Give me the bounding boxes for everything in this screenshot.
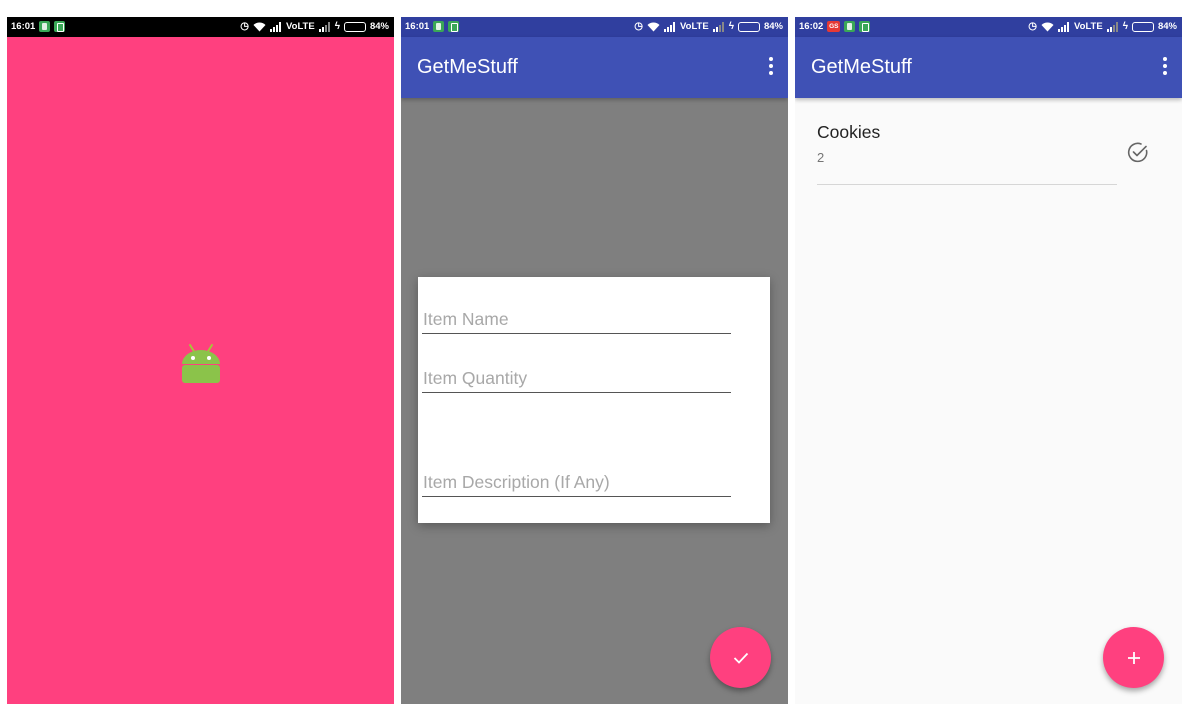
sim-notification-icon <box>39 21 51 32</box>
signal-icon <box>1058 21 1070 32</box>
app-title: GetMeStuff <box>417 56 518 78</box>
status-bar: 16:02 GS ◷ VoLTE ϟ 84% <box>795 17 1182 37</box>
signal-icon <box>270 21 282 32</box>
signal-icon-2 <box>712 21 724 32</box>
screenshot-notification-icon <box>448 21 460 32</box>
battery-percent: 84% <box>369 21 389 32</box>
battery-percent: 84% <box>1157 21 1177 32</box>
charging-icon: ϟ <box>1122 21 1128 32</box>
network-type: VoLTE <box>1074 21 1103 32</box>
item-name-placeholder: Item Name <box>423 309 509 329</box>
wifi-icon <box>647 22 660 31</box>
alarm-icon: ◷ <box>634 21 644 32</box>
screenshot-notification-icon <box>54 21 66 32</box>
item-quantity-placeholder: Item Quantity <box>423 368 528 388</box>
status-time: 16:01 <box>11 21 36 32</box>
item-name-input[interactable]: Item Name <box>422 306 731 334</box>
network-type: VoLTE <box>680 21 709 32</box>
item-name: Cookies <box>817 122 881 142</box>
sim-notification-icon <box>844 21 856 32</box>
item-description-input[interactable]: Item Description (If Any) <box>422 469 731 497</box>
item-quantity: 2 <box>817 150 825 165</box>
network-type: VoLTE <box>286 21 315 32</box>
status-time: 16:02 <box>799 21 824 32</box>
check-icon <box>733 652 748 664</box>
plus-icon <box>1127 651 1140 664</box>
battery-percent: 84% <box>763 21 783 32</box>
add-item-button[interactable] <box>1103 627 1164 688</box>
battery-icon <box>1131 21 1154 32</box>
signal-icon-2 <box>1106 21 1118 32</box>
splash-screen: 16:01 ◷ VoLTE ϟ 84% <box>7 17 394 704</box>
list-item[interactable]: Cookies 2 <box>817 120 1117 185</box>
add-item-screen: 16:01 ◷ VoLTE ϟ 84% GetMeStuff Item Name… <box>401 17 788 704</box>
signal-icon <box>664 21 676 32</box>
more-vert-icon[interactable] <box>768 57 774 77</box>
more-vert-icon[interactable] <box>1162 57 1168 77</box>
signal-icon-2 <box>318 21 330 32</box>
screenshot-notification-icon <box>859 21 871 32</box>
app-title: GetMeStuff <box>811 56 912 78</box>
battery-icon <box>343 21 366 32</box>
gs-notification-icon: GS <box>827 21 841 32</box>
alarm-icon: ◷ <box>240 21 250 32</box>
item-description-placeholder: Item Description (If Any) <box>423 472 610 492</box>
app-bar: GetMeStuff <box>401 37 788 98</box>
sim-notification-icon <box>433 21 445 32</box>
battery-icon <box>737 21 760 32</box>
wifi-icon <box>1041 22 1054 31</box>
charging-icon: ϟ <box>728 21 734 32</box>
list-screen: 16:02 GS ◷ VoLTE ϟ 84% GetMeStuff Cookie… <box>795 17 1182 704</box>
check-circle-icon[interactable] <box>1126 140 1150 164</box>
status-time: 16:01 <box>405 21 430 32</box>
app-bar: GetMeStuff <box>795 37 1182 98</box>
wifi-icon <box>253 22 266 31</box>
android-robot-icon <box>182 344 220 383</box>
item-quantity-input[interactable]: Item Quantity <box>422 365 731 393</box>
status-bar: 16:01 ◷ VoLTE ϟ 84% <box>7 17 394 37</box>
alarm-icon: ◷ <box>1028 21 1038 32</box>
status-bar: 16:01 ◷ VoLTE ϟ 84% <box>401 17 788 37</box>
charging-icon: ϟ <box>334 21 340 32</box>
save-item-button[interactable] <box>710 627 771 688</box>
